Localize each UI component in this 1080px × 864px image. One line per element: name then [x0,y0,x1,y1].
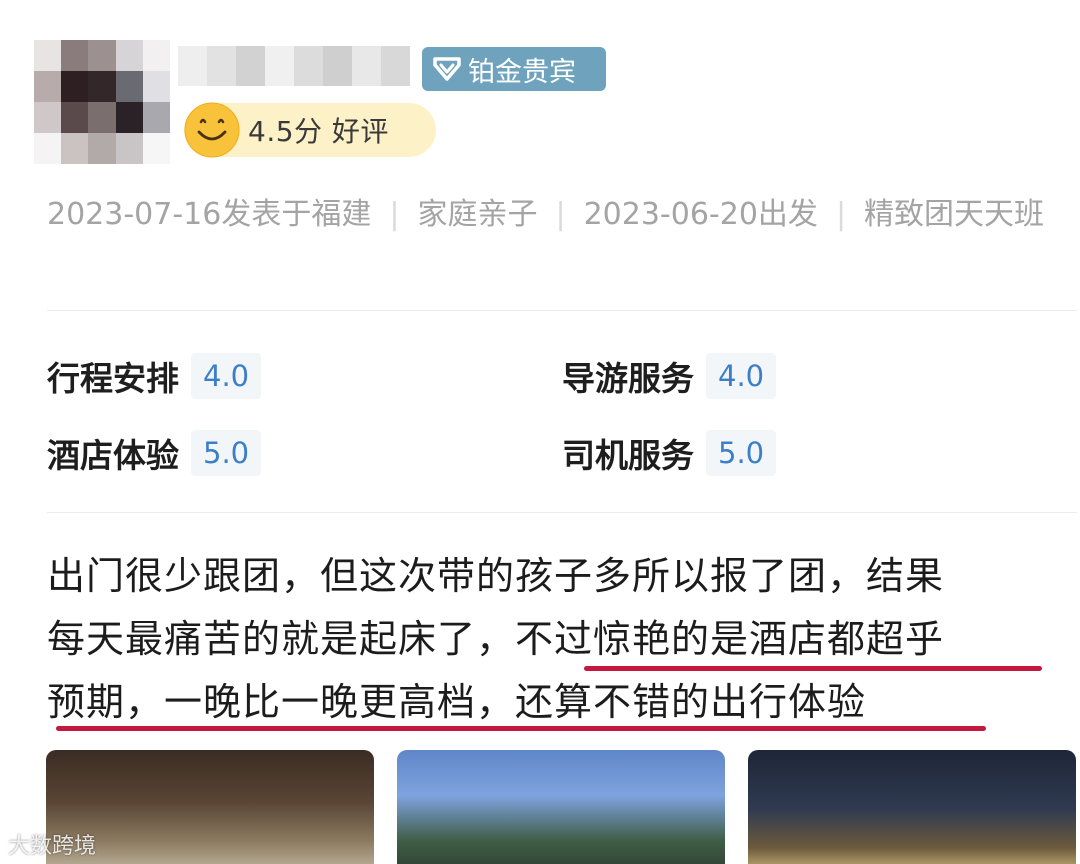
review-meta: 2023-07-16发表于福建 | 家庭亲子 | 2023-06-20出发 | 精致团天天班 [47,188,1057,242]
username-blurred [178,46,410,86]
trip-type: 家庭亲子 [417,197,538,232]
score-itinerary: 行程安排 4.0 [47,352,262,400]
meta-separator: | [555,197,566,232]
meta-separator: | [389,197,400,232]
score-driver: 司机服务 5.0 [562,429,777,477]
review-text: 出门很少跟团，但这次带的孩子多所以报了团，结果 每天最痛苦的就是起床了，不过惊艳… [47,545,1067,734]
rating-pill: 4.5分 好评 [184,102,436,158]
review-line: 每天最痛苦的就是起床了，不过惊艳的是酒店都超乎 [47,617,945,661]
smile-icon [184,102,240,158]
vip-badge: 铂金贵宾 [422,47,606,91]
score-label: 酒店体验 [47,436,179,475]
score-hotel: 酒店体验 5.0 [47,429,262,477]
score-value: 5.0 [191,430,262,476]
diamond-heart-icon [433,57,461,81]
departure-date: 2023-06-20出发 [583,197,818,232]
score-guide: 导游服务 4.0 [562,352,777,400]
review-photo-3[interactable] [748,750,1076,864]
score-label: 行程安排 [47,359,179,398]
watermark: 大数跨境 [8,834,97,859]
meta-separator: | [835,197,847,232]
score-label: 导游服务 [562,359,694,398]
divider [47,310,1077,311]
review-line: 出门很少跟团，但这次带的孩子多所以报了团，结果 [47,554,945,598]
score-value: 4.0 [706,353,777,399]
review-line: 预期，一晚比一晚更高档，还算不错的出行体验 [47,680,867,724]
vip-badge-label: 铂金贵宾 [468,56,576,88]
score-value: 4.0 [191,353,262,399]
avatar[interactable] [34,40,170,164]
score-value: 5.0 [706,430,777,476]
posted-date: 2023-07-16发表于福建 [47,197,372,232]
highlight-underline [584,666,1042,671]
rating-text: 4.5分 好评 [248,115,389,148]
review-photo-2[interactable] [397,750,725,864]
divider [47,512,1077,513]
product-name: 精致团天天班 [864,197,1045,232]
score-label: 司机服务 [562,436,694,475]
highlight-underline [56,726,986,731]
